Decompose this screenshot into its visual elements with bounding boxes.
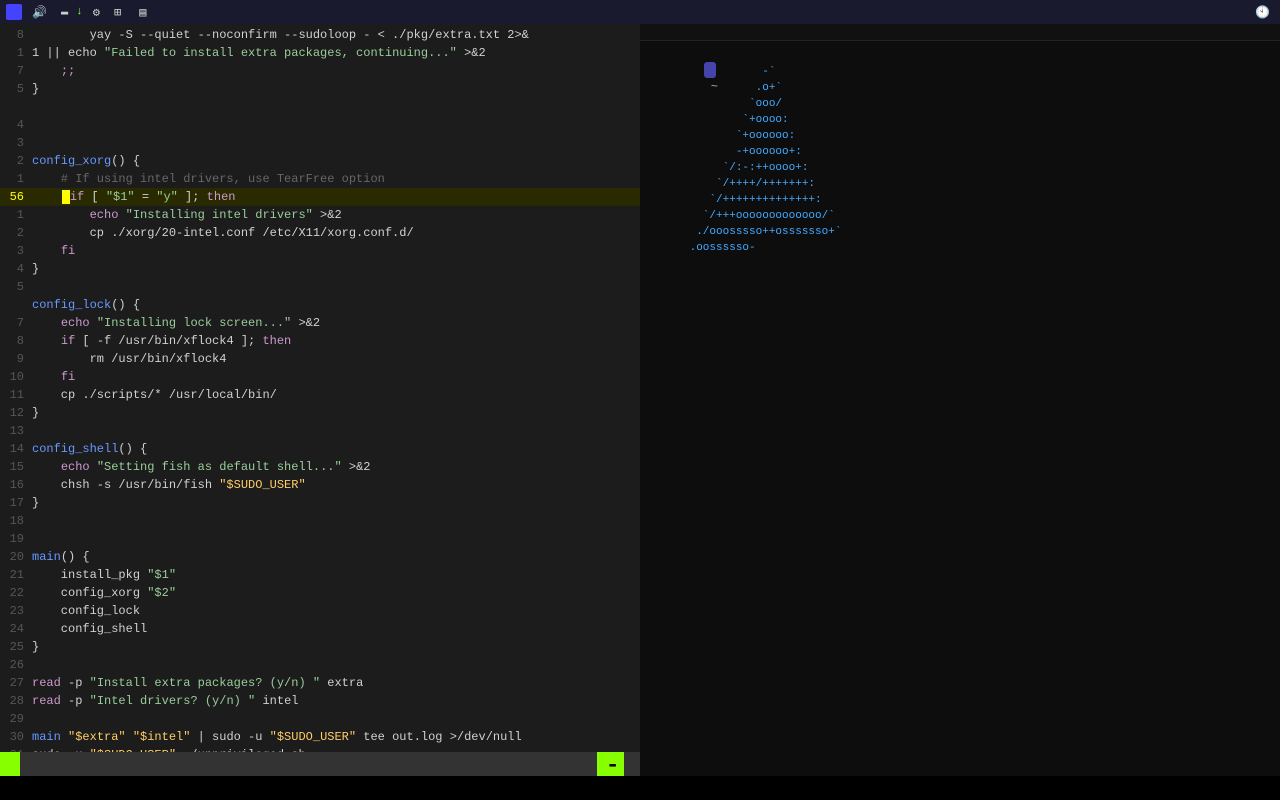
table-row: 17 } — [0, 494, 640, 512]
table-row: 2 config_xorg() { — [0, 152, 640, 170]
cpu-segment: ⚙ — [93, 5, 104, 20]
table-row: 24 config_shell — [0, 620, 640, 638]
term-prompt-line: ~ — [646, 45, 1274, 62]
table-row: 7 echo "Installing lock screen..." >&2 — [0, 314, 640, 332]
net-icon: ⊞ — [114, 5, 121, 20]
table-row: 10 fi — [0, 368, 640, 386]
code-editor[interactable]: 8 yay -S --quiet --noconfirm --sudoloop … — [0, 24, 640, 776]
volume-segment: 🔊 — [32, 5, 51, 20]
battery-icon: ▬ — [61, 5, 68, 19]
table-row: 19 — [0, 530, 640, 548]
table-row: 25 } — [0, 638, 640, 656]
current-code-line: 56 if [ "$1" = "y" ]; then — [0, 188, 640, 206]
os-icon — [6, 4, 22, 20]
table-row: 20 main() { — [0, 548, 640, 566]
clock-icon: 🕙 — [1255, 5, 1270, 20]
ram-segment: ▤ — [139, 5, 150, 20]
table-row: 8 yay -S --quiet --noconfirm --sudoloop … — [0, 26, 640, 44]
topbar: 🔊 ▬ ↓ ⚙ ⊞ ▤ 🕙 — [0, 0, 1280, 24]
table-row: 27 read -p "Install extra packages? (y/n… — [0, 674, 640, 692]
table-row: 8 if [ -f /usr/bin/xflock4 ]; then — [0, 332, 640, 350]
terminal-panel[interactable]: ~ -` .o+` `ooo/ `+oooo: `+oooooo: -+oooo… — [640, 24, 1280, 776]
table-row: 3 — [0, 134, 640, 152]
table-row: 4 — [0, 116, 640, 134]
neofetch-output: -` .o+` `ooo/ `+oooo: `+oooooo: -+oooooo… — [646, 64, 1274, 256]
table-row: · — [0, 98, 640, 116]
table-row: 23 config_lock — [0, 602, 640, 620]
table-row: 16 chsh -s /usr/bin/fish "$SUDO_USER" — [0, 476, 640, 494]
editor-pct: ▬ — [597, 752, 624, 776]
table-row: 3 fi — [0, 242, 640, 260]
table-row: 5 } — [0, 80, 640, 98]
terminal-content[interactable]: ~ -` .o+` `ooo/ `+oooo: `+oooooo: -+oooo… — [640, 41, 1280, 776]
table-row: 29 — [0, 710, 640, 728]
clock-segment: 🕙 — [1255, 5, 1274, 20]
battery-segment: ▬ ↓ — [61, 5, 83, 19]
volume-icon: 🔊 — [32, 5, 47, 20]
table-row: 2 cp ./xorg/20-intel.conf /etc/X11/xorg.… — [0, 224, 640, 242]
table-row: 18 — [0, 512, 640, 530]
cpu-icon: ⚙ — [93, 5, 100, 20]
table-row: 28 read -p "Intel drivers? (y/n) " intel — [0, 692, 640, 710]
table-row: 15 echo "Setting fish as default shell..… — [0, 458, 640, 476]
table-row: 30 main "$extra" "$intel" | sudo -u "$SU… — [0, 728, 640, 746]
table-row: 1 # If using intel drivers, use TearFree… — [0, 170, 640, 188]
table-row: 4 } — [0, 260, 640, 278]
table-row: · config_lock() { — [0, 296, 640, 314]
battery-arrow: ↓ — [76, 6, 83, 18]
ram-icon: ▤ — [139, 5, 146, 20]
table-row: 11 cp ./scripts/* /usr/local/bin/ — [0, 386, 640, 404]
table-row: 13 — [0, 422, 640, 440]
table-row: 9 rm /usr/bin/xflock4 — [0, 350, 640, 368]
arch-logo: -` .o+` `ooo/ `+oooo: `+oooooo: -+oooooo… — [646, 64, 956, 256]
table-row: 1 echo "Installing intel drivers" >&2 — [0, 206, 640, 224]
table-row: 14 config_shell() { — [0, 440, 640, 458]
editor-mode — [0, 752, 20, 776]
table-row: 5 — [0, 278, 640, 296]
terminal-title-bar — [640, 24, 1280, 41]
table-row: 21 install_pkg "$1" — [0, 566, 640, 584]
table-row: 7 ;; — [0, 62, 640, 80]
main-area: 8 yay -S --quiet --noconfirm --sudoloop … — [0, 24, 1280, 776]
net-segment: ⊞ — [114, 5, 129, 20]
table-row: 12 } — [0, 404, 640, 422]
table-row: 22 config_xorg "$2" — [0, 584, 640, 602]
table-row: 26 — [0, 656, 640, 674]
table-row: 1 1 || echo "Failed to install extra pac… — [0, 44, 640, 62]
code-content[interactable]: 8 yay -S --quiet --noconfirm --sudoloop … — [0, 24, 640, 752]
statusbar: ▬ — [0, 752, 640, 776]
